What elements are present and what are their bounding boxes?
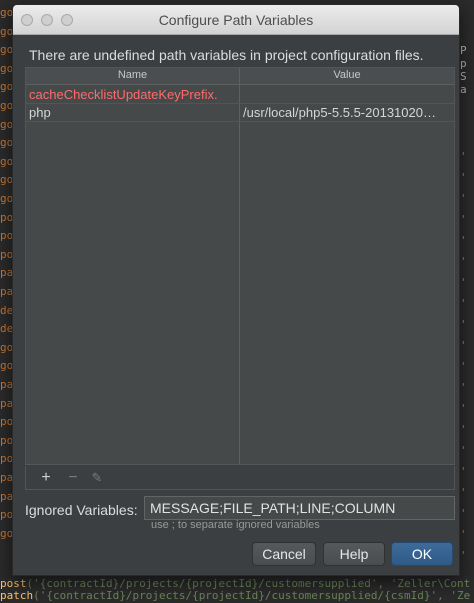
dialog-message: There are undefined path variables in pr… [29, 47, 424, 63]
code-line-fragment: ' [460, 402, 467, 415]
code-line-fragment: P [460, 44, 467, 57]
code-line-fragment: ' [460, 276, 467, 289]
ok-button[interactable]: OK [391, 542, 453, 566]
column-header-name[interactable]: Name [26, 69, 239, 84]
code-line-fragment: po [0, 508, 12, 522]
ignored-variables-label: Ignored Variables: [25, 502, 138, 518]
code-line-fragment: pa [0, 285, 12, 298]
code-line-fragment: po [0, 452, 12, 466]
code-line-fragment: ' [460, 171, 467, 184]
code-line-fragment: ' [460, 297, 467, 310]
code-line-fragment: pa [0, 471, 12, 484]
code-line-fragment: go [0, 117, 12, 131]
code-line-fragment: go [0, 6, 12, 19]
code-line-fragment: ' [460, 423, 467, 436]
remove-variable-button[interactable]: − [63, 468, 83, 488]
code-line-fragment: ' [460, 444, 467, 457]
code-line-fragment: go [0, 136, 12, 150]
code-line-fragment: ' [460, 507, 467, 520]
title-bar: Configure Path Variables [13, 5, 459, 35]
code-line-fragment: go [0, 192, 12, 205]
variable-name-cell[interactable]: php [29, 105, 237, 120]
code-line-fragment: ' [460, 486, 467, 499]
table-row[interactable]: cacheChecklistUpdateKeyPrefix. [26, 86, 454, 104]
code-line: patch('{contractId}/projects/{projectId}… [0, 589, 474, 603]
code-line-fragment: de [0, 322, 12, 336]
ignored-variables-hint: use ; to separate ignored variables [151, 519, 320, 531]
code-line-fragment: po [0, 247, 12, 261]
code-line-fragment: ' [460, 318, 467, 331]
code-line-fragment: go [0, 359, 12, 373]
variable-value-cell[interactable]: /usr/local/php5-5.5.5-20131020… [243, 105, 453, 120]
code-line-fragment: po [0, 229, 12, 243]
code-line-fragment: go [0, 173, 12, 187]
code-line-fragment: ' [460, 150, 467, 163]
variable-name-cell[interactable]: cacheChecklistUpdateKeyPrefix. [29, 87, 237, 102]
help-button[interactable]: Help [323, 542, 385, 566]
table-header: Name Value [26, 68, 454, 85]
ignored-variables-input[interactable] [144, 496, 455, 520]
code-line-fragment: pa [0, 489, 12, 503]
code-line-fragment: go [0, 24, 12, 38]
code-line-fragment: po [0, 433, 12, 447]
code-line-fragment: ' [460, 213, 467, 226]
code-line-fragment: ' [460, 549, 467, 562]
path-variables-table: Name Value cacheChecklistUpdateKeyPrefix… [25, 67, 455, 465]
add-variable-button[interactable]: + [36, 468, 56, 488]
code-line-fragment: pa [0, 396, 12, 410]
code-line-fragment: go [0, 99, 12, 112]
code-line-fragment: ' [460, 234, 467, 247]
table-row[interactable]: php /usr/local/php5-5.5.5-20131020… [26, 104, 454, 122]
code-line-fragment: go [0, 43, 12, 57]
code-line-fragment: ' [460, 255, 467, 268]
cancel-button[interactable]: Cancel [252, 542, 316, 566]
code-line-fragment: go [0, 526, 12, 540]
code-line-fragment: S [460, 70, 467, 83]
code-line-fragment: go [0, 340, 12, 354]
column-header-value[interactable]: Value [240, 69, 454, 84]
dialog-title: Configure Path Variables [158, 12, 314, 28]
code-line-fragment: ' [460, 528, 467, 541]
code-line-fragment: ' [460, 381, 467, 394]
code-line-fragment: po [0, 210, 12, 224]
code-line-fragment: pa [0, 266, 12, 280]
code-line-fragment: go [0, 80, 12, 94]
code-line-fragment: p [460, 57, 467, 70]
configure-path-variables-dialog: Configure Path Variables There are undef… [12, 4, 460, 576]
code-line-fragment: a [460, 83, 467, 96]
table-toolbar: + − ✎ [25, 466, 455, 490]
code-line-fragment: de [0, 303, 12, 317]
code-line-fragment: ' [460, 339, 467, 352]
code-line-fragment: ' [460, 465, 467, 478]
code-line-fragment: pa [0, 378, 12, 391]
code-line-fragment: ' [460, 192, 467, 205]
code-line-fragment: po [0, 415, 12, 429]
code-line-fragment: ' [460, 360, 467, 373]
code-line-fragment: go [0, 154, 12, 168]
code-line-fragment: go [0, 61, 12, 75]
column-separator [239, 68, 240, 464]
edit-variable-button[interactable]: ✎ [87, 468, 107, 488]
